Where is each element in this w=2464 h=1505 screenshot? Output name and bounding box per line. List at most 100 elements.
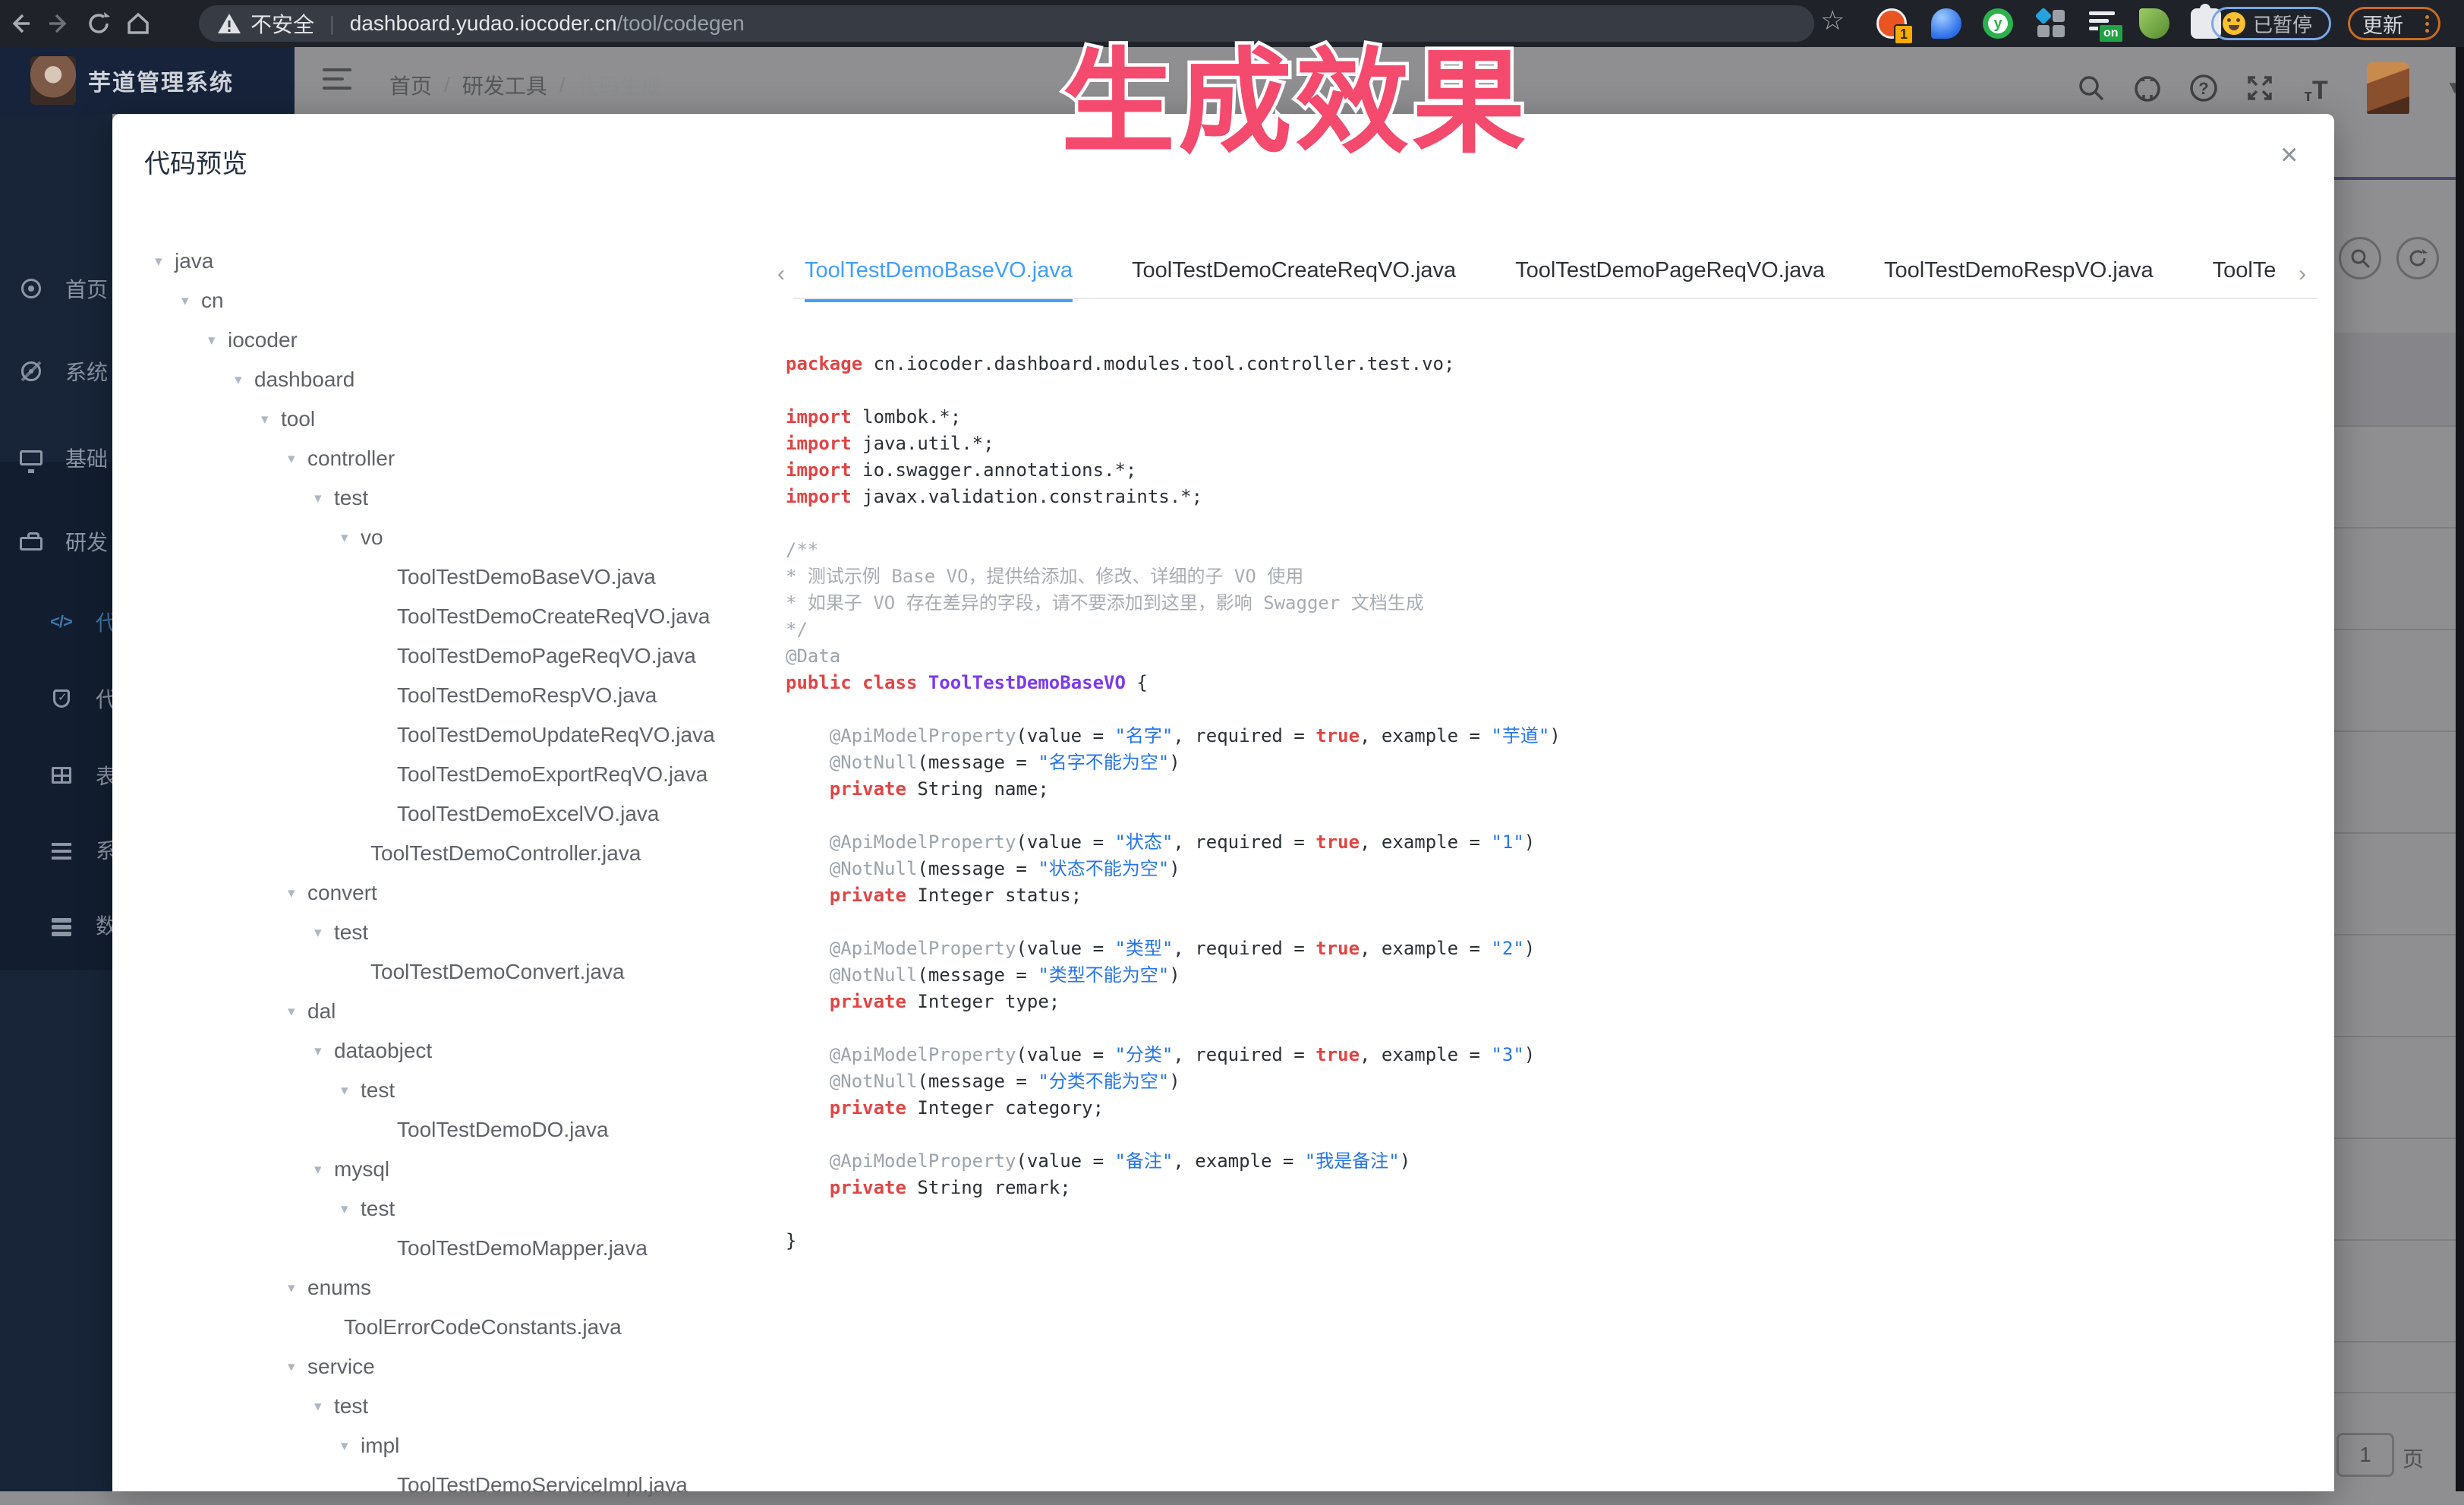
tree-node-cn[interactable]: ▾cn: [144, 281, 782, 320]
caret-down-icon[interactable]: ▾: [341, 529, 361, 547]
tree-node-vo[interactable]: ▾vo: [144, 518, 782, 557]
caret-down-icon[interactable]: ▾: [261, 411, 281, 428]
caret-down-icon[interactable]: ▾: [314, 924, 334, 942]
browser-scrollbar[interactable]: [2456, 47, 2464, 1491]
tab-1[interactable]: ToolTestDemoBaseVO.java: [805, 258, 1073, 302]
tab-5[interactable]: ToolTe: [2213, 258, 2277, 302]
caret-down-icon[interactable]: ▾: [341, 1437, 361, 1455]
paused-profile-chip[interactable]: 已暂停: [2211, 7, 2331, 40]
tab-4[interactable]: ToolTestDemoRespVO.java: [1884, 258, 2154, 302]
tree-node-label: test: [334, 920, 368, 945]
tree-node-ToolTestDemoController.java[interactable]: ToolTestDemoController.java: [144, 834, 782, 873]
tree-node-test[interactable]: ▾test: [144, 1387, 782, 1426]
sidebar-item-4[interactable]: 研发: [0, 522, 112, 561]
tree-node-test[interactable]: ▾test: [144, 1071, 782, 1110]
update-button[interactable]: 更新: [2348, 7, 2440, 40]
tree-node-ToolTestDemoMapper.java[interactable]: ToolTestDemoMapper.java: [144, 1229, 782, 1268]
tree-node-dataobject[interactable]: ▾dataobject: [144, 1031, 782, 1071]
caret-down-icon[interactable]: ▾: [314, 490, 334, 507]
tree-node-impl[interactable]: ▾impl: [144, 1426, 782, 1466]
sidebar-subitem-2[interactable]: 代: [0, 679, 112, 718]
tree-node-tool[interactable]: ▾tool: [144, 399, 782, 439]
tree-node-ToolTestDemoUpdateReqVO.java[interactable]: ToolTestDemoUpdateReqVO.java: [144, 715, 782, 755]
sidebar-item-3[interactable]: 基础: [0, 438, 112, 478]
extension-y-icon[interactable]: y: [1983, 8, 2013, 39]
user-avatar[interactable]: [2367, 62, 2409, 117]
tree-node-java[interactable]: ▾java: [144, 241, 782, 281]
caret-down-icon[interactable]: ▾: [341, 1082, 361, 1100]
tree-node-ToolTestDemoDO.java[interactable]: ToolTestDemoDO.java: [144, 1110, 782, 1150]
tab-2[interactable]: ToolTestDemoCreateReqVO.java: [1132, 258, 1456, 302]
caret-down-icon[interactable]: ▾: [181, 292, 201, 310]
home-icon[interactable]: [118, 4, 158, 43]
tree-node-ToolTestDemoPageReqVO.java[interactable]: ToolTestDemoPageReqVO.java: [144, 636, 782, 676]
tree-node-mysql[interactable]: ▾mysql: [144, 1150, 782, 1189]
tree-node-ToolTestDemoRespVO.java[interactable]: ToolTestDemoRespVO.java: [144, 676, 782, 715]
tree-node-ToolTestDemoExportReqVO.java[interactable]: ToolTestDemoExportReqVO.java: [144, 755, 782, 794]
tree-node-controller[interactable]: ▾controller: [144, 439, 782, 478]
tree-node-test[interactable]: ▾test: [144, 913, 782, 952]
search-round-button[interactable]: [2339, 237, 2381, 279]
extension-grid-icon[interactable]: [2036, 8, 2066, 39]
caret-down-icon[interactable]: ▾: [288, 1003, 307, 1021]
caret-down-icon[interactable]: ▾: [288, 1358, 307, 1376]
tree-node-test[interactable]: ▾test: [144, 478, 782, 518]
caret-down-icon[interactable]: ▾: [314, 1398, 334, 1415]
tree-node-ToolTestDemoExcelVO.java[interactable]: ToolTestDemoExcelVO.java: [144, 794, 782, 834]
caret-down-icon[interactable]: ▾: [155, 253, 175, 270]
security-label[interactable]: 不安全: [250, 8, 314, 39]
page-number-input[interactable]: 1: [2336, 1433, 2394, 1477]
sidebar-subitem-1[interactable]: </>代: [0, 602, 112, 642]
sidebar-subitem-5[interactable]: 数: [0, 905, 112, 945]
reload-icon[interactable]: [79, 4, 118, 43]
sidebar-subitem-3[interactable]: 表: [0, 756, 112, 795]
caret-down-icon[interactable]: ▾: [314, 1043, 334, 1060]
extension-gem-icon[interactable]: [1931, 8, 1961, 39]
search-icon[interactable]: [2074, 71, 2109, 106]
breadcrumb-home[interactable]: 首页: [389, 70, 432, 100]
tree-node-dashboard[interactable]: ▾dashboard: [144, 360, 782, 399]
bookmark-star-icon[interactable]: ☆: [1820, 5, 1845, 36]
tree-node-iocoder[interactable]: ▾iocoder: [144, 320, 782, 360]
refresh-round-button[interactable]: [2396, 237, 2439, 279]
url-path[interactable]: /tool/codegen: [617, 11, 745, 36]
tabs-scroll-right-icon[interactable]: ›: [2299, 261, 2306, 287]
extension-list-icon[interactable]: on: [2087, 8, 2118, 39]
caret-down-icon[interactable]: ▾: [314, 1161, 334, 1178]
extension-leaf-icon[interactable]: [2139, 8, 2169, 39]
browser-menu-icon[interactable]: [2425, 15, 2429, 33]
sidebar-collapse-icon[interactable]: [323, 65, 353, 96]
tree-node-ToolTestDemoServiceImpl.java[interactable]: ToolTestDemoServiceImpl.java: [144, 1466, 782, 1505]
close-icon[interactable]: ×: [2280, 140, 2298, 170]
caret-down-icon[interactable]: ▾: [288, 1279, 307, 1297]
tree-node-ToolTestDemoCreateReqVO.java[interactable]: ToolTestDemoCreateReqVO.java: [144, 597, 782, 636]
back-icon[interactable]: [0, 4, 39, 43]
sidebar-item-2[interactable]: 系统: [0, 352, 112, 391]
tab-3[interactable]: ToolTestDemoPageReqVO.java: [1515, 258, 1825, 302]
tree-node-test[interactable]: ▾test: [144, 1189, 782, 1229]
tree-node-convert[interactable]: ▾convert: [144, 873, 782, 913]
tree-node-service[interactable]: ▾service: [144, 1347, 782, 1387]
caret-down-icon[interactable]: ▾: [208, 332, 228, 349]
sidebar-subitem-4[interactable]: 系: [0, 830, 112, 869]
url-domain[interactable]: dashboard.yudao.iocoder.cn: [350, 11, 617, 36]
caret-down-icon[interactable]: ▾: [288, 450, 307, 468]
tree-node-ToolTestDemoConvert.java[interactable]: ToolTestDemoConvert.java: [144, 952, 782, 992]
help-icon[interactable]: ?: [2186, 71, 2221, 106]
sidebar-item-1[interactable]: 首页: [0, 269, 112, 308]
github-icon[interactable]: [2130, 71, 2165, 106]
tree-node-ToolErrorCodeConstants.java[interactable]: ToolErrorCodeConstants.java: [144, 1308, 782, 1347]
forward-icon[interactable]: [39, 4, 79, 43]
breadcrumb-tools[interactable]: 研发工具: [462, 70, 547, 100]
tree-node-dal[interactable]: ▾dal: [144, 992, 782, 1031]
fullscreen-icon[interactable]: [2242, 71, 2277, 106]
tree-node-ToolTestDemoBaseVO.java[interactable]: ToolTestDemoBaseVO.java: [144, 557, 782, 597]
address-bar[interactable]: 不安全 | dashboard.yudao.iocoder.cn/tool/co…: [199, 5, 1814, 42]
caret-down-icon[interactable]: ▾: [288, 885, 307, 902]
caret-down-icon[interactable]: ▾: [341, 1201, 361, 1218]
tree-node-enums[interactable]: ▾enums: [144, 1268, 782, 1308]
font-size-icon[interactable]: тT: [2299, 71, 2333, 106]
caret-down-icon[interactable]: ▾: [235, 371, 254, 389]
tabs-scroll-left-icon[interactable]: ‹: [777, 261, 785, 287]
extension-ubuntu-icon[interactable]: 1: [1876, 8, 1907, 39]
